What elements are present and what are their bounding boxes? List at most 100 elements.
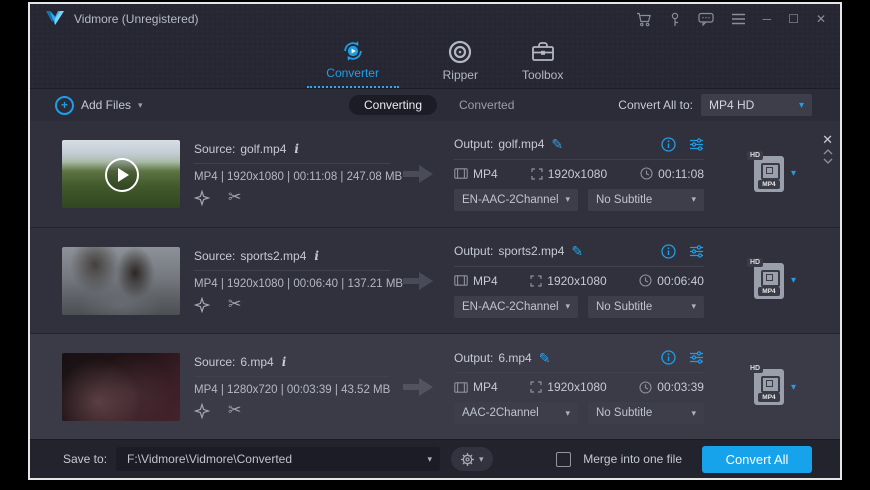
- menu-icon[interactable]: [731, 13, 746, 25]
- merge-checkbox[interactable]: [556, 452, 571, 467]
- file-row: Source: golf.mp4 i MP4 | 1920x1080 | 00:…: [30, 121, 840, 228]
- plus-icon: +: [55, 96, 74, 115]
- divider: [454, 266, 704, 267]
- source-label: Source:: [194, 249, 235, 263]
- file-row: Source: 6.mp4 i MP4 | 1280x720 | 00:03:3…: [30, 334, 840, 440]
- output-filename: sports2.mp4: [498, 244, 564, 258]
- output-format-select[interactable]: MP4 HD ▾: [701, 94, 812, 116]
- format-profile-icon[interactable]: HD MP4: [754, 156, 784, 192]
- media-info-icon[interactable]: i: [291, 142, 299, 156]
- cut-icon[interactable]: ✂: [228, 190, 241, 206]
- output-duration: 00:11:08: [658, 167, 704, 181]
- chevron-down-icon[interactable]: ▾: [791, 168, 796, 179]
- profile-select[interactable]: HD MP4 ▾: [754, 369, 796, 405]
- ripper-icon: [447, 39, 473, 65]
- output-info-icon[interactable]: [661, 244, 676, 259]
- active-tab-underline: [307, 86, 399, 88]
- divider: [194, 270, 390, 271]
- settings-button[interactable]: ▾: [451, 447, 493, 471]
- subtitle-select[interactable]: No Subtitle ▾: [588, 189, 704, 211]
- output-info-icon[interactable]: [661, 137, 676, 152]
- video-thumbnail[interactable]: [62, 247, 180, 315]
- rename-icon[interactable]: ✎: [549, 137, 563, 151]
- audio-track-value: EN-AAC-2Channel: [462, 301, 559, 313]
- output-resolution: 1920x1080: [548, 167, 607, 181]
- video-thumbnail[interactable]: [62, 140, 180, 208]
- chevron-down-icon: ▾: [565, 301, 570, 312]
- format-profile-icon[interactable]: HD MP4: [754, 263, 784, 299]
- source-filename: golf.mp4: [240, 142, 286, 156]
- chevron-down-icon: ▾: [691, 408, 696, 419]
- rename-icon[interactable]: ✎: [569, 244, 583, 258]
- media-info-icon[interactable]: i: [279, 355, 287, 369]
- file-list: ✕ Source: golf.mp4 i MP4 | 1920x1080 | 0…: [30, 121, 840, 440]
- media-info-icon[interactable]: i: [311, 249, 319, 263]
- source-label: Source:: [194, 142, 235, 156]
- tab-ripper[interactable]: Ripper: [443, 34, 478, 88]
- audio-track-select[interactable]: EN-AAC-2Channel▾: [454, 189, 578, 211]
- chevron-down-icon: ▾: [799, 100, 804, 111]
- cart-icon[interactable]: [636, 12, 652, 27]
- minimize-button[interactable]: ─: [763, 13, 772, 25]
- save-path-select[interactable]: F:\Vidmore\Vidmore\Converted ▾: [116, 447, 440, 471]
- source-filename: sports2.mp4: [240, 249, 306, 263]
- source-meta: MP4 | 1280x720 | 00:03:39 | 43.52 MB: [194, 384, 390, 396]
- format-profile-label: MP4: [758, 180, 780, 189]
- close-button[interactable]: ✕: [816, 13, 826, 25]
- add-files-button[interactable]: + Add Files ▾: [55, 96, 143, 115]
- output-info-icon[interactable]: [661, 350, 676, 365]
- chevron-down-icon[interactable]: ▾: [791, 382, 796, 393]
- feedback-icon[interactable]: [698, 12, 714, 26]
- add-files-caret-icon[interactable]: ▾: [138, 100, 143, 111]
- hd-badge: HD: [747, 258, 763, 267]
- chevron-down-icon[interactable]: ▾: [428, 454, 433, 465]
- clock-icon: [639, 274, 652, 287]
- audio-track-select[interactable]: EN-AAC-2Channel ▾: [454, 296, 578, 318]
- rename-icon[interactable]: ✎: [537, 351, 551, 365]
- subtitle-select[interactable]: No Subtitle▾: [588, 402, 704, 424]
- edit-effects-icon[interactable]: [194, 190, 210, 206]
- audio-track-value: EN-AAC-2Channel: [462, 194, 559, 206]
- cut-icon[interactable]: ✂: [228, 403, 241, 419]
- convert-all-button[interactable]: Convert All: [702, 446, 812, 473]
- chevron-down-icon[interactable]: ▾: [791, 275, 796, 286]
- key-icon[interactable]: [669, 12, 681, 27]
- adjust-settings-icon[interactable]: [689, 137, 704, 152]
- converted-tab[interactable]: Converted: [459, 98, 514, 112]
- play-icon[interactable]: [105, 158, 139, 192]
- converting-tab[interactable]: Converting: [349, 95, 437, 115]
- audio-track-select[interactable]: AAC-2Channel ▾: [454, 402, 578, 424]
- tab-toolbox[interactable]: Toolbox: [522, 34, 563, 88]
- profile-select[interactable]: HD MP4 ▾: [754, 156, 796, 192]
- maximize-button[interactable]: ☐: [788, 13, 799, 25]
- audio-track-value: AAC-2Channel: [462, 407, 539, 419]
- tab-converter[interactable]: Converter: [307, 34, 399, 88]
- app-window: Vidmore (Unregistered) ─ ☐ ✕ Converter: [30, 4, 840, 478]
- output-resolution: 1920x1080: [547, 274, 606, 288]
- converter-icon: [340, 39, 366, 63]
- format-icon: [454, 275, 468, 286]
- clock-icon: [640, 167, 653, 180]
- format-profile-label: MP4: [758, 287, 780, 296]
- divider: [454, 159, 704, 160]
- chevron-down-icon: ▾: [565, 408, 570, 419]
- edit-effects-icon[interactable]: [194, 297, 210, 313]
- chevron-down-icon: ▾: [691, 194, 696, 205]
- film-frame-icon: [761, 163, 780, 180]
- format-profile-label: MP4: [758, 393, 780, 402]
- subtitle-select[interactable]: No Subtitle▾: [588, 296, 704, 318]
- edit-effects-icon[interactable]: [194, 403, 210, 419]
- format-profile-icon[interactable]: HD MP4: [754, 369, 784, 405]
- clock-icon: [639, 381, 652, 394]
- adjust-settings-icon[interactable]: [689, 350, 704, 365]
- profile-select[interactable]: HD MP4 ▾: [754, 263, 796, 299]
- cut-icon[interactable]: ✂: [228, 297, 241, 313]
- subtitle-value: No Subtitle: [596, 301, 652, 313]
- toolbar: + Add Files ▾ Converting Converted Conve…: [30, 89, 840, 122]
- subtitle-value: No Subtitle: [596, 194, 652, 206]
- video-thumbnail[interactable]: [62, 353, 180, 421]
- divider: [454, 372, 704, 373]
- source-meta: MP4 | 1920x1080 | 00:06:40 | 137.21 MB: [194, 278, 390, 290]
- adjust-settings-icon[interactable]: [689, 244, 704, 259]
- tab-ripper-label: Ripper: [443, 68, 478, 82]
